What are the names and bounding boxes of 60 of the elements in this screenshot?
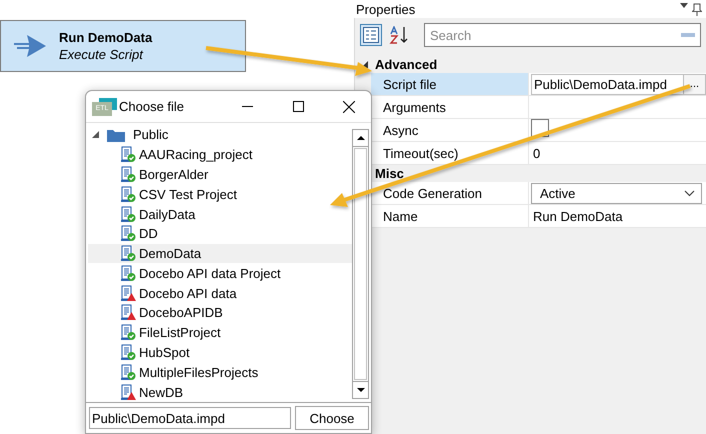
- file-check-icon: [120, 186, 136, 203]
- file-check-icon: [120, 146, 136, 164]
- path-field[interactable]: Public\DemoData.impd: [89, 407, 291, 429]
- file-check-icon: [120, 206, 136, 223]
- node-subtitle: Execute Script: [59, 47, 144, 62]
- minimize-icon: [242, 106, 252, 108]
- tree-item[interactable]: FileListProject: [88, 322, 352, 343]
- file-warning-icon: [120, 284, 136, 302]
- category-label: Advanced: [375, 57, 438, 72]
- browse-button[interactable]: ...: [683, 74, 705, 94]
- tree-item[interactable]: Docebo API data: [88, 283, 352, 304]
- list-icon: [363, 27, 379, 43]
- file-check-icon: [120, 245, 136, 262]
- search-field[interactable]: Search: [424, 23, 701, 47]
- scrollbar-thumb[interactable]: [354, 148, 367, 380]
- maximize-icon: [292, 101, 304, 112]
- tree-item[interactable]: DemoData: [88, 244, 352, 264]
- tree-item[interactable]: NewDB: [88, 382, 352, 402]
- property-name[interactable]: Script file: [371, 73, 529, 95]
- sort-button[interactable]: [388, 24, 410, 46]
- tree-item[interactable]: CSV Test Project: [88, 184, 352, 204]
- down-triangle-icon: [356, 388, 364, 392]
- category-label: Misc: [375, 166, 404, 181]
- file-check-icon: [120, 324, 136, 342]
- script-node[interactable]: Run DemoData Execute Script: [0, 20, 246, 72]
- tree-item[interactable]: DoceboAPIDB: [88, 303, 352, 323]
- dialog-title: Choose file: [119, 99, 186, 114]
- file-check-icon: [120, 264, 136, 282]
- file-check-icon: [120, 166, 136, 183]
- property-value: Run DemoData: [532, 208, 623, 224]
- run-arrow-icon: [13, 35, 47, 57]
- file-warning-icon: [120, 304, 136, 322]
- property-value: 0: [532, 146, 540, 160]
- file-check-icon: [120, 344, 136, 361]
- chevron-down-icon: [684, 190, 695, 196]
- panel-title: Properties: [356, 2, 416, 16]
- clear-icon: [681, 33, 695, 37]
- close-icon: [343, 100, 355, 112]
- tree-item[interactable]: HubSpot: [88, 342, 352, 362]
- file-warning-icon: [120, 384, 136, 401]
- choose-button[interactable]: Choose: [295, 406, 369, 430]
- tree-item[interactable]: AAURacing_project: [88, 144, 352, 165]
- tree-item[interactable]: Public: [133, 127, 168, 142]
- collapse-icon[interactable]: [92, 131, 99, 138]
- file-check-icon: [120, 364, 136, 381]
- tree-item[interactable]: Docebo API data Project: [88, 263, 352, 284]
- tree-item[interactable]: DD: [88, 224, 352, 244]
- node-title: Run DemoData: [59, 30, 152, 45]
- pin-icon[interactable]: [692, 2, 702, 16]
- up-triangle-icon: [356, 136, 364, 140]
- tree-item[interactable]: BorgerAlder: [88, 164, 352, 184]
- file-check-icon: [120, 225, 136, 242]
- dropdown[interactable]: Active: [531, 182, 702, 204]
- categorized-button[interactable]: [360, 24, 382, 46]
- tree-item[interactable]: MultipleFilesProjects: [88, 362, 352, 382]
- folder-icon: [107, 128, 125, 142]
- value-field[interactable]: Public\DemoData.impd ...: [531, 74, 706, 94]
- sort-az-icon: [389, 26, 409, 44]
- dropdown-icon[interactable]: [680, 2, 688, 8]
- tree-item[interactable]: DailyData: [88, 204, 352, 224]
